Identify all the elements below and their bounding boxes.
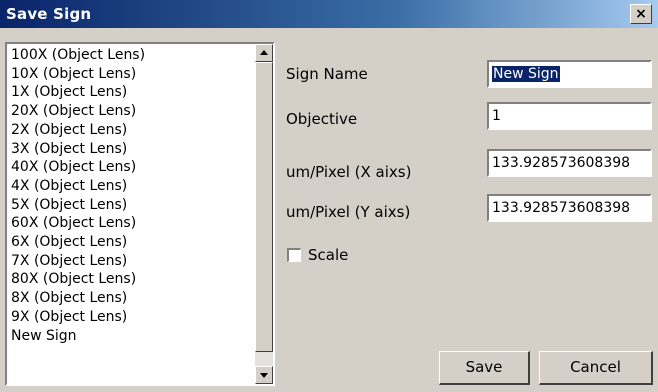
close-icon: × (635, 6, 647, 22)
list-item[interactable]: 100X (Object Lens) (11, 46, 251, 65)
cancel-button[interactable]: Cancel (539, 351, 653, 385)
scroll-up-button[interactable] (255, 44, 273, 62)
list-item[interactable]: 2X (Object Lens) (11, 121, 251, 140)
objective-value: 1 (492, 108, 501, 124)
sign-name-value: New Sign (492, 66, 560, 82)
list-item[interactable]: 40X (Object Lens) (11, 158, 251, 177)
list-item[interactable]: 60X (Object Lens) (11, 214, 251, 233)
um-pixel-y-value: 133.928573608398 (492, 200, 631, 216)
um-pixel-y-field[interactable]: 133.928573608398 (487, 194, 652, 222)
list-item[interactable]: 4X (Object Lens) (11, 177, 251, 196)
list-item[interactable]: 7X (Object Lens) (11, 252, 251, 271)
list-item[interactable]: 9X (Object Lens) (11, 308, 251, 327)
sign-list: 100X (Object Lens) 10X (Object Lens) 1X … (11, 46, 251, 345)
close-button[interactable]: × (630, 4, 652, 24)
list-scrollbar[interactable] (255, 44, 273, 384)
list-item[interactable]: New Sign (11, 327, 251, 346)
list-item[interactable]: 80X (Object Lens) (11, 270, 251, 289)
save-button[interactable]: Save (439, 351, 530, 385)
scroll-down-button[interactable] (255, 366, 273, 384)
list-item[interactable]: 6X (Object Lens) (11, 233, 251, 252)
list-item[interactable]: 3X (Object Lens) (11, 140, 251, 159)
list-item[interactable]: 1X (Object Lens) (11, 83, 251, 102)
arrow-down-icon (260, 373, 268, 378)
sign-name-field[interactable]: New Sign (487, 60, 652, 88)
objective-label: Objective (286, 110, 358, 128)
save-sign-dialog: Save Sign × 100X (Object Lens) 10X (Obje… (0, 0, 658, 392)
um-pixel-x-label: um/Pixel (X aixs) (286, 163, 412, 181)
um-pixel-x-value: 133.928573608398 (492, 155, 631, 171)
list-item[interactable]: 5X (Object Lens) (11, 196, 251, 215)
sign-listbox[interactable]: 100X (Object Lens) 10X (Object Lens) 1X … (5, 42, 275, 386)
um-pixel-x-field[interactable]: 133.928573608398 (487, 149, 652, 177)
um-pixel-y-label: um/Pixel (Y aixs) (286, 203, 411, 221)
list-item[interactable]: 10X (Object Lens) (11, 65, 251, 84)
sign-name-label: Sign Name (286, 65, 368, 83)
arrow-up-icon (260, 50, 268, 55)
scale-label[interactable]: Scale (308, 246, 348, 264)
list-item[interactable]: 20X (Object Lens) (11, 102, 251, 121)
scale-checkbox[interactable] (287, 248, 301, 262)
objective-field[interactable]: 1 (487, 102, 652, 130)
title-bar: Save Sign × (0, 0, 658, 28)
dialog-title: Save Sign (6, 5, 92, 23)
scroll-thumb[interactable] (255, 62, 273, 352)
list-item[interactable]: 8X (Object Lens) (11, 289, 251, 308)
